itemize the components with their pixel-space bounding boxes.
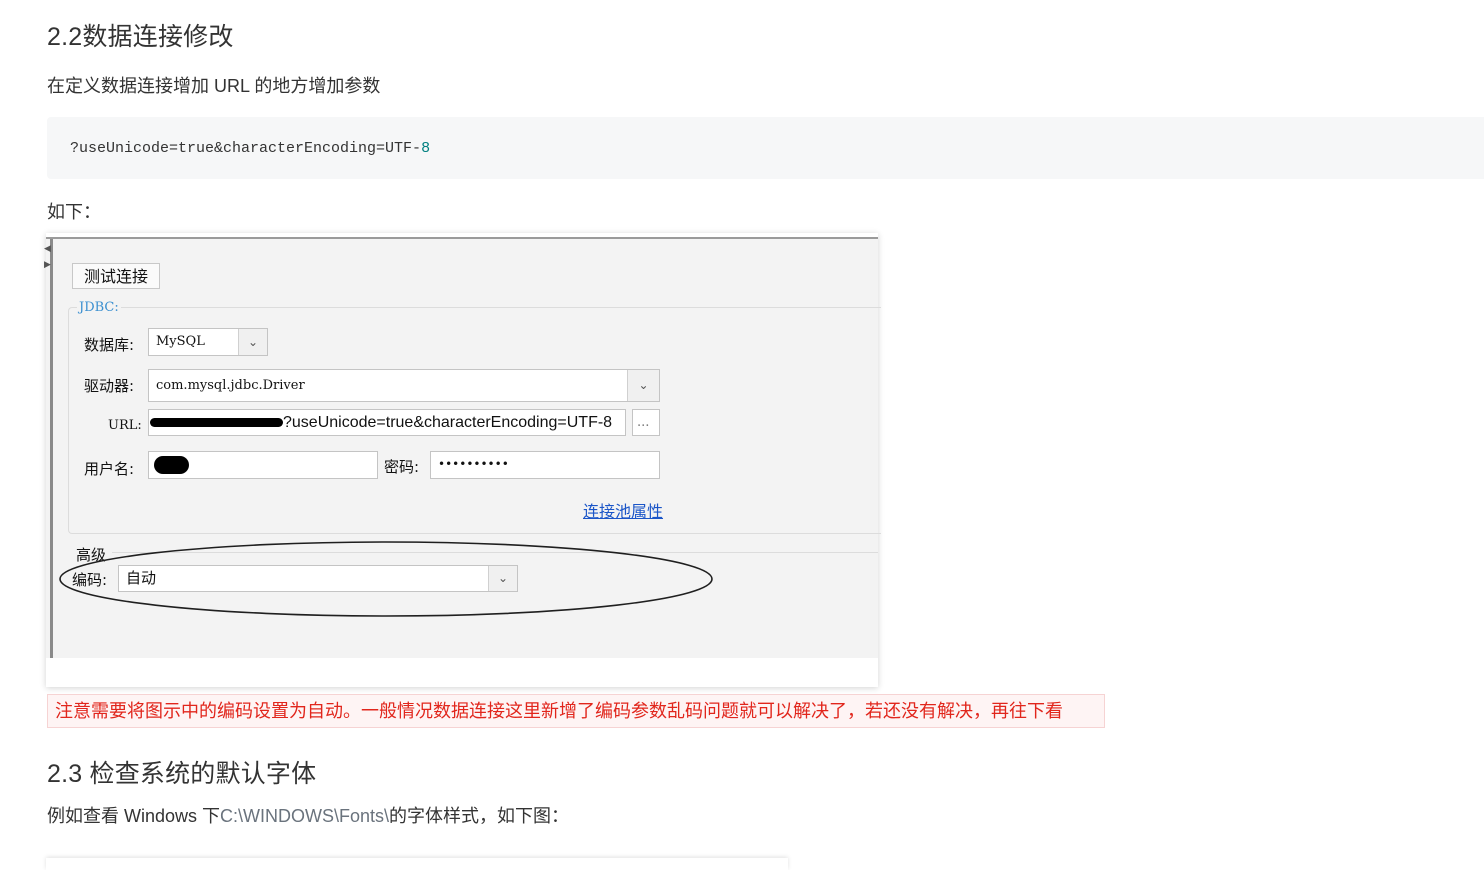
- database-select[interactable]: MySQL ⌄: [148, 328, 268, 356]
- dialog-left-bar: [50, 239, 53, 658]
- url-value: ?useUnicode=true&characterEncoding=UTF-8: [283, 414, 613, 431]
- code-number: 8: [421, 140, 431, 157]
- redacted-scribble: [150, 418, 283, 428]
- url-more-button[interactable]: ...: [632, 409, 660, 436]
- jdbc-group-label: JDBC:: [77, 300, 121, 315]
- username-field[interactable]: [148, 451, 378, 479]
- chevron-down-icon: ⌄: [238, 329, 267, 355]
- section-heading-2-2: 2.2数据连接修改: [47, 23, 234, 51]
- driver-select[interactable]: com.mysql.jdbc.Driver ⌄: [148, 369, 660, 402]
- warning-note: 注意需要将图示中的编码设置为自动。一般情况数据连接这里新增了编码参数乱码问题就可…: [47, 694, 1105, 728]
- database-value: MySQL: [156, 334, 205, 349]
- section-intro-2-2: 在定义数据连接增加 URL 的地方增加参数: [47, 76, 381, 96]
- driver-value: com.mysql.jdbc.Driver: [156, 378, 305, 393]
- password-field[interactable]: ••••••••••: [430, 451, 660, 479]
- intro-prefix: 例如查看 Windows 下: [47, 806, 221, 826]
- connection-pool-link[interactable]: 连接池属性: [583, 498, 663, 522]
- database-label: 数据库:: [84, 336, 135, 354]
- section-heading-2-3: 2.3 检查系统的默认字体: [47, 760, 317, 788]
- dialog-panel: ◀ ▶ 测试连接 JDBC: 数据库: MySQL ⌄ 驱动器: com.mys…: [44, 237, 881, 658]
- test-connection-button[interactable]: 测试连接: [72, 263, 160, 289]
- url-label: URL:: [108, 418, 142, 433]
- code-text: ?useUnicode=true&characterEncoding=UTF-: [70, 140, 422, 157]
- collapse-left-icon: ◀: [44, 243, 51, 253]
- username-label: 用户名:: [84, 460, 135, 478]
- password-label: 密码:: [384, 458, 420, 476]
- url-field[interactable]: ?useUnicode=true&characterEncoding=UTF-8: [148, 409, 626, 436]
- fonts-path: C:\WINDOWS\Fonts\: [220, 806, 390, 826]
- expand-right-icon: ▶: [44, 259, 51, 269]
- code-line: ?useUnicode=true&characterEncoding=UTF-8: [70, 140, 430, 157]
- section-intro-2-3: 例如查看 Windows 下C:\WINDOWS\Fonts\的字体样式，如下图…: [47, 807, 569, 825]
- next-screenshot-edge: [46, 858, 788, 870]
- intro-suffix: 的字体样式，如下图：: [389, 806, 570, 826]
- as-below-text: 如下：: [47, 202, 101, 222]
- redacted-scribble: [154, 456, 189, 474]
- dialog-screenshot: ◀ ▶ 测试连接 JDBC: 数据库: MySQL ⌄ 驱动器: com.mys…: [44, 233, 881, 687]
- highlight-ellipse: [59, 541, 713, 617]
- chevron-down-icon: ⌄: [627, 370, 659, 401]
- driver-label: 驱动器:: [84, 377, 135, 395]
